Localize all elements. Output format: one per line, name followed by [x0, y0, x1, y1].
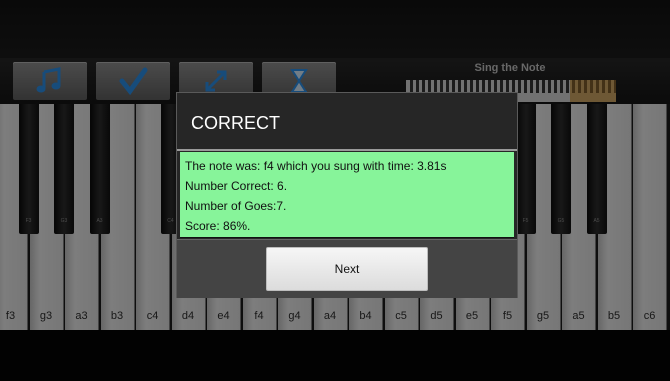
number-correct-text: Number Correct: 6. — [185, 179, 288, 193]
result-panel: The note was: f4 which you sung with tim… — [180, 152, 514, 238]
note-result-text: The note was: f4 which you sung with tim… — [185, 159, 447, 173]
dialog-title: CORRECT — [191, 113, 280, 133]
number-of-goes-text: Number of Goes:7. — [185, 199, 287, 213]
result-dialog: CORRECT The note was: f4 which you sung … — [176, 92, 518, 298]
score-text: Score: 86%. — [185, 219, 251, 233]
next-button[interactable]: Next — [266, 247, 428, 291]
dialog-button-bar: Next — [177, 239, 517, 298]
dialog-divider — [177, 149, 517, 151]
app-screen: Sing the Note f3 g3 a3 b3 c4 d4 e4 f4 g4 a4 b4 c5 d5… — [0, 0, 670, 381]
